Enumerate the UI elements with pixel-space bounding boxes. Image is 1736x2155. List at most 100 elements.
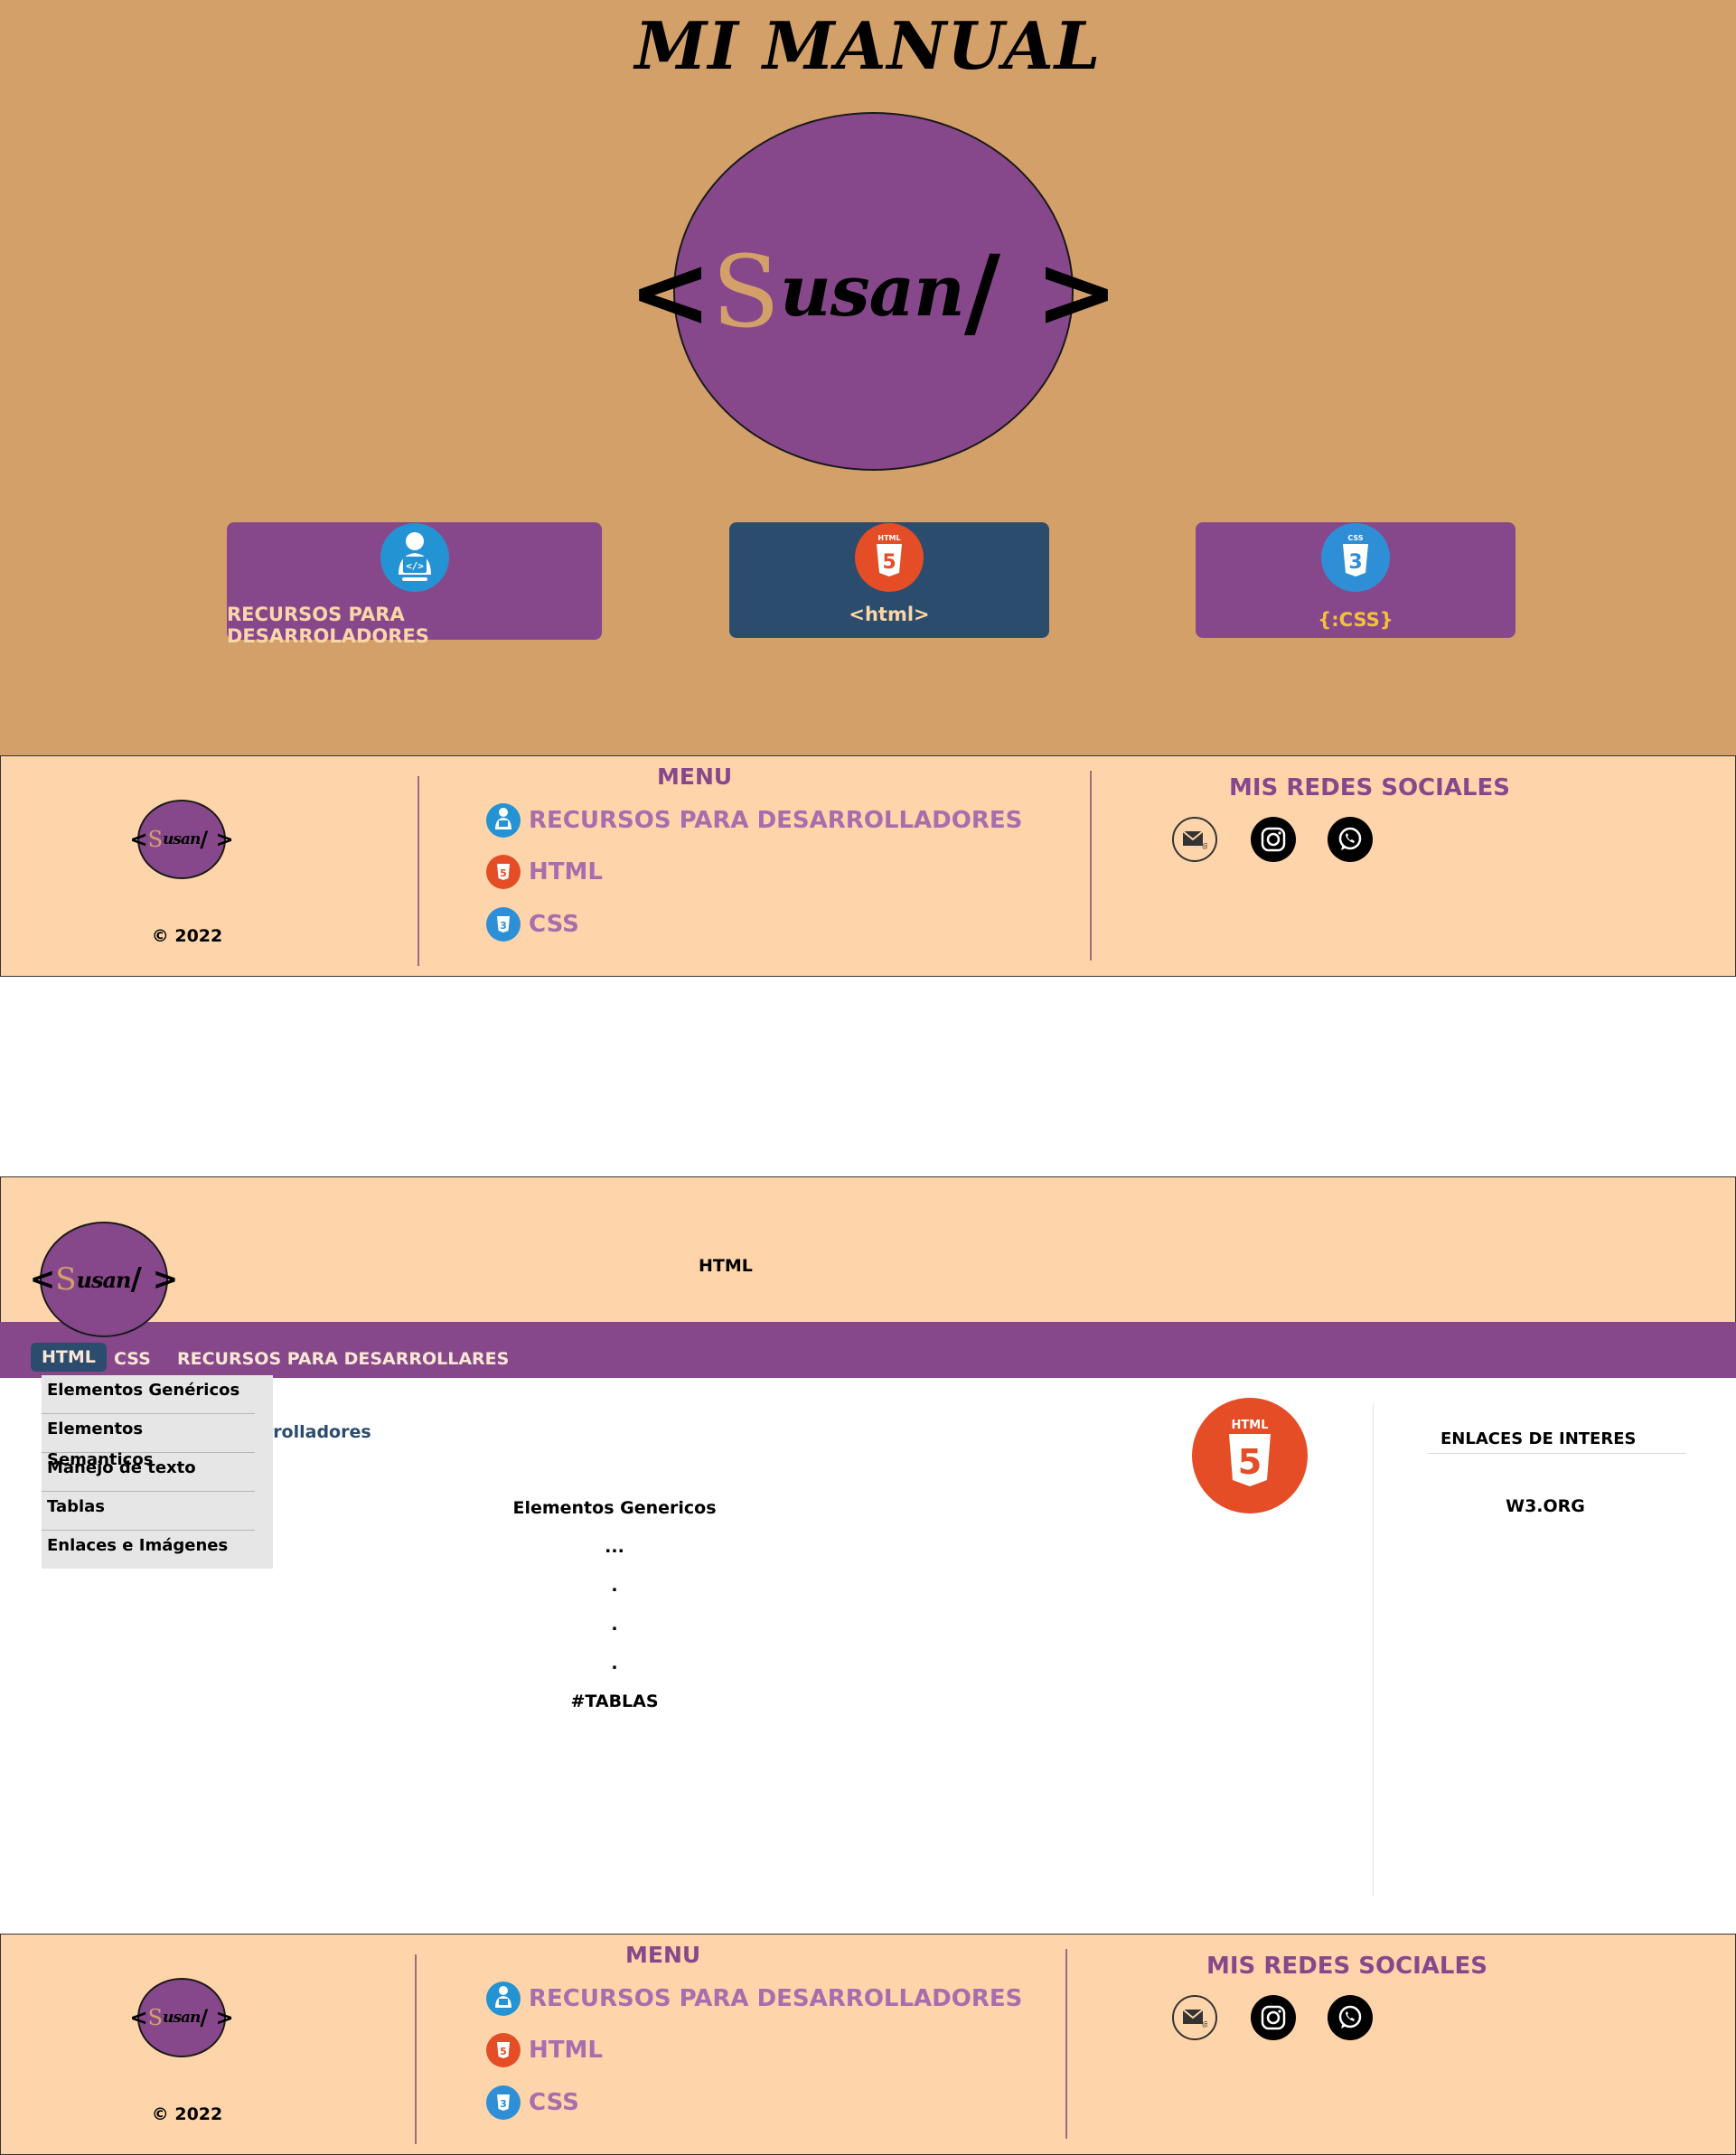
developer-icon xyxy=(486,803,521,838)
page-header: HTML xyxy=(0,1176,1736,1323)
email-icon[interactable]: @ xyxy=(1172,817,1217,862)
footer-divider xyxy=(1065,1949,1067,2139)
sidebar-title: ENLACES DE INTERES xyxy=(1440,1429,1637,1448)
logo-close-bracket: / > xyxy=(963,233,1119,350)
svg-text:5: 5 xyxy=(500,867,507,879)
content-line: . xyxy=(611,1576,618,1596)
susan-logo: < Susan / > xyxy=(628,112,1119,471)
logo-s: S xyxy=(147,2005,164,2030)
footer-link-css[interactable]: 3 CSS xyxy=(485,906,579,942)
svg-text:</>: </> xyxy=(406,560,424,572)
svg-text:CSS: CSS xyxy=(1347,534,1363,542)
instagram-icon[interactable] xyxy=(1251,817,1296,862)
logo-open-bracket: < xyxy=(628,233,712,350)
footer-logo[interactable]: < Susan / > xyxy=(129,1978,234,2057)
logo-s: S xyxy=(147,827,164,852)
svg-text:5: 5 xyxy=(1238,1442,1262,1482)
dropdown-item[interactable]: Elementos Semanticos xyxy=(42,1414,255,1469)
css-card-label: {:CSS} xyxy=(1318,609,1393,631)
logo-close-bracket: / > xyxy=(130,1261,179,1298)
site-footer: < Susan / > © 2022 MENU RECURSOS PARA DESA… xyxy=(0,755,1736,977)
html-card-label: <html> xyxy=(849,604,930,625)
svg-text:@: @ xyxy=(1202,842,1207,849)
sidebar-link-w3[interactable]: W3.ORG xyxy=(1428,1496,1663,1516)
logo-open-bracket: < xyxy=(129,2005,148,2030)
footer-menu-title: MENU xyxy=(625,1942,701,1968)
content-line: . xyxy=(611,1615,618,1635)
copyright-text: © 2022 xyxy=(151,926,223,946)
header-logo[interactable]: < Susan / > xyxy=(30,1222,178,1337)
logo-open-bracket: < xyxy=(129,827,148,852)
footer-link-label: CSS xyxy=(529,2089,579,2116)
whatsapp-icon[interactable] xyxy=(1328,1995,1373,2040)
svg-text:5: 5 xyxy=(500,2046,507,2057)
svg-text:3: 3 xyxy=(1348,551,1362,574)
instagram-icon[interactable] xyxy=(1251,1995,1296,2040)
svg-text:5: 5 xyxy=(882,551,896,574)
nav-item-html[interactable]: HTML xyxy=(31,1343,107,1372)
content-line: . xyxy=(611,1654,618,1673)
svg-text:HTML: HTML xyxy=(1232,1419,1269,1432)
social-title: MIS REDES SOCIALES xyxy=(1229,774,1510,801)
logo-close-bracket: / > xyxy=(200,827,234,852)
logo-close-bracket: / > xyxy=(200,2005,234,2030)
recursos-card-label: RECURSOS PARA DESARROLADORES xyxy=(227,604,429,647)
logo-name: usan xyxy=(780,250,965,333)
whatsapp-icon[interactable] xyxy=(1328,817,1373,862)
svg-text:3: 3 xyxy=(500,920,507,932)
footer-divider xyxy=(1090,771,1092,960)
tablas-anchor[interactable]: #TABLAS xyxy=(307,1691,922,1711)
footer-link-label: RECURSOS PARA DESARROLLADORES xyxy=(529,807,1023,834)
logo-s: S xyxy=(55,1261,77,1298)
header-title: HTML xyxy=(699,1256,753,1276)
dropdown-item[interactable]: Enlaces e Imágenes xyxy=(42,1531,255,1569)
html5-icon: HTML 5 xyxy=(853,522,925,596)
developer-icon: </> xyxy=(379,522,451,596)
footer-link-html[interactable]: 5 HTML xyxy=(485,2032,603,2068)
footer-link-html[interactable]: 5 HTML xyxy=(485,854,603,890)
css3-icon: CSS 3 xyxy=(1319,522,1392,596)
dropdown-item[interactable]: Manejo de texto xyxy=(42,1453,255,1492)
logo-name: usan xyxy=(76,1266,132,1293)
html-card[interactable]: HTML 5 <html> xyxy=(729,522,1049,638)
main-nav: HTML CSS RECURSOS PARA DESARROLLARES xyxy=(0,1322,1736,1378)
footer-divider xyxy=(418,776,419,966)
sidebar-rule xyxy=(1428,1453,1686,1454)
content-line: ... xyxy=(605,1537,624,1557)
footer-link-css[interactable]: 3 CSS xyxy=(485,2085,579,2121)
developer-icon xyxy=(486,1982,521,2016)
logo-name: usan xyxy=(163,2009,201,2027)
html5-icon: 5 xyxy=(486,2033,521,2067)
footer-link-label: CSS xyxy=(529,911,579,938)
dropdown-item[interactable]: Elementos Genéricos xyxy=(42,1375,255,1414)
logo-open-bracket: < xyxy=(29,1261,56,1298)
email-icon[interactable]: @ xyxy=(1172,1995,1217,2040)
footer-menu-title: MENU xyxy=(657,764,733,790)
footer-link-label: RECURSOS PARA DESARROLLADORES xyxy=(529,1985,1023,2012)
footer-link-label: HTML xyxy=(529,2037,603,2064)
logo-name: usan xyxy=(163,830,201,848)
nav-item-recursos[interactable]: RECURSOS PARA DESARROLLARES xyxy=(177,1349,509,1369)
footer-divider xyxy=(415,1954,417,2144)
footer-link-label: HTML xyxy=(529,858,603,885)
svg-text:@: @ xyxy=(1202,2020,1207,2028)
footer-link-recursos[interactable]: RECURSOS PARA DESARROLLADORES xyxy=(485,802,1022,839)
svg-text:HTML: HTML xyxy=(877,534,900,542)
logo-s: S xyxy=(711,233,781,350)
page-title: MI MANUAL xyxy=(634,7,1102,84)
recursos-card[interactable]: </> RECURSOS PARA DESARROLADORES xyxy=(227,522,602,647)
copyright-text: © 2022 xyxy=(151,2104,223,2124)
social-title: MIS REDES SOCIALES xyxy=(1206,1953,1487,1980)
hero-section: MI MANUAL < Susan / > </> RECURSOS PARA DE… xyxy=(0,0,1736,755)
footer-link-recursos[interactable]: RECURSOS PARA DESARROLLADORES xyxy=(485,1981,1022,2017)
html-dropdown-menu: Elementos Genéricos Elementos Semanticos… xyxy=(42,1375,273,1569)
nav-item-css[interactable]: CSS xyxy=(114,1349,151,1369)
sidebar-divider xyxy=(1373,1403,1374,1897)
svg-text:3: 3 xyxy=(500,2098,507,2110)
footer-logo[interactable]: < Susan / > xyxy=(129,800,234,879)
content-heading: Elementos Genericos xyxy=(512,1498,717,1518)
css3-icon: 3 xyxy=(486,2085,521,2120)
css-card[interactable]: CSS 3 {:CSS} xyxy=(1196,522,1515,638)
page-footer: < Susan / > © 2022 MENU RECURSOS PARA DESA… xyxy=(0,1934,1736,2155)
dropdown-item[interactable]: Tablas xyxy=(42,1492,255,1531)
